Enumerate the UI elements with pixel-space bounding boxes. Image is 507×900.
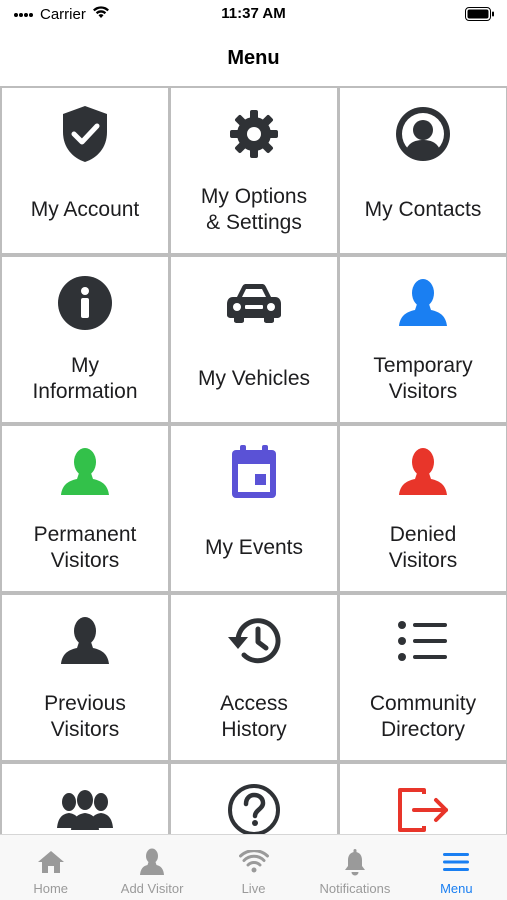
menu-item-help[interactable] — [169, 762, 339, 834]
person-circle-icon — [340, 102, 506, 166]
tab-label: Menu — [440, 881, 473, 896]
menu-item-group[interactable] — [0, 762, 170, 834]
menu-item-label: Access History — [220, 692, 288, 741]
menu-item-permanent-visitors[interactable]: Permanent Visitors — [0, 424, 170, 593]
help-icon — [171, 778, 337, 834]
menu-icon — [442, 847, 470, 877]
tab-bar: Home Add Visitor Live Notifications Menu — [0, 834, 507, 900]
menu-item-label: Previous Visitors — [44, 692, 126, 741]
page-title: Menu — [227, 46, 280, 69]
tab-live[interactable]: Live — [203, 835, 304, 900]
menu-item-community-directory[interactable]: Community Directory — [338, 593, 507, 762]
history-icon — [171, 609, 337, 673]
menu-item-my-events[interactable]: My Events — [169, 424, 339, 593]
menu-item-my-information[interactable]: My Information — [0, 255, 170, 424]
tab-label: Home — [33, 881, 69, 896]
menu-item-label: My Events — [204, 536, 304, 559]
wifi-icon — [238, 847, 269, 877]
menu-item-temporary-visitors[interactable]: Temporary Visitors — [338, 255, 507, 424]
nav-bar: Menu — [0, 30, 507, 86]
tab-label: Live — [241, 881, 266, 896]
battery-icon — [465, 7, 495, 26]
menu-item-label: My Vehicles — [197, 367, 311, 390]
menu-item-my-contacts[interactable]: My Contacts — [338, 86, 507, 255]
list-icon — [340, 609, 506, 673]
menu-item-label: Denied Visitors — [388, 523, 458, 572]
person-red-icon — [340, 440, 506, 504]
menu-item-label: My Contacts — [364, 198, 482, 221]
tab-label: Notifications — [319, 881, 391, 896]
menu-item-label: My Account — [30, 198, 140, 221]
status-time: 11:37 AM — [221, 5, 286, 22]
shield-check-icon — [2, 102, 168, 166]
group-icon — [2, 778, 168, 834]
tab-home[interactable]: Home — [0, 835, 101, 900]
tab-menu[interactable]: Menu — [406, 835, 507, 900]
menu-item-logout[interactable] — [338, 762, 507, 834]
menu-item-options-settings[interactable]: My Options & Settings — [169, 86, 339, 255]
menu-item-label: My Options & Settings — [200, 185, 308, 234]
menu-item-my-vehicles[interactable]: My Vehicles — [169, 255, 339, 424]
menu-grid: My Account My Options & Settings My Cont… — [0, 86, 507, 834]
menu-item-previous-visitors[interactable]: Previous Visitors — [0, 593, 170, 762]
person-dark-icon — [2, 609, 168, 673]
calendar-icon — [171, 440, 337, 504]
menu-item-label: Community Directory — [369, 692, 477, 741]
status-bar: Carrier 11:37 AM — [0, 0, 507, 30]
person-blue-icon — [340, 271, 506, 335]
info-icon — [2, 271, 168, 335]
tab-label: Add Visitor — [120, 881, 184, 896]
menu-item-access-history[interactable]: Access History — [169, 593, 339, 762]
menu-item-my-account[interactable]: My Account — [0, 86, 170, 255]
tab-notifications[interactable]: Notifications — [304, 835, 405, 900]
menu-item-label: Temporary Visitors — [373, 354, 473, 403]
menu-item-label: Permanent Visitors — [33, 523, 137, 572]
add-visitor-icon — [139, 847, 165, 877]
gear-icon — [171, 102, 337, 166]
bell-icon — [343, 847, 367, 877]
menu-item-denied-visitors[interactable]: Denied Visitors — [338, 424, 507, 593]
person-green-icon — [2, 440, 168, 504]
car-icon — [171, 271, 337, 335]
logout-icon — [340, 778, 506, 834]
menu-item-label: My Information — [32, 354, 138, 403]
home-icon — [37, 847, 65, 877]
tab-add-visitor[interactable]: Add Visitor — [101, 835, 202, 900]
